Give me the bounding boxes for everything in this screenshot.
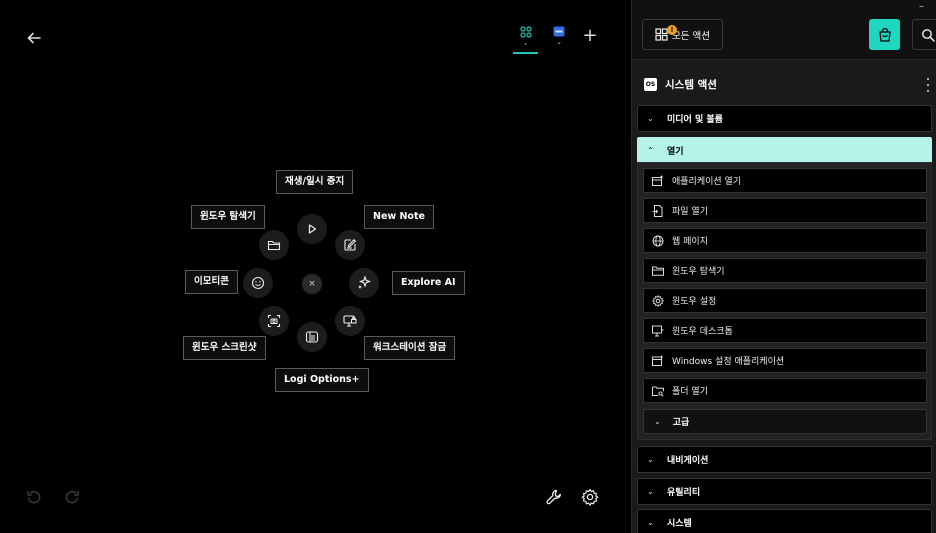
actions-panel: ! 모든 액션 – OS 시스템 액션 ⌄ 미디어 및 볼륨 ⌃ 열기 애플리케… xyxy=(631,0,936,533)
subcategory-label: 고급 xyxy=(672,418,690,428)
logi-options-button[interactable] xyxy=(297,322,327,352)
chevron-down-icon: ⌄ xyxy=(654,417,661,426)
note-edit-icon xyxy=(344,239,357,251)
list-item-label: 폴더 열기 xyxy=(672,387,708,397)
all-actions-label: 모든 액션 xyxy=(672,30,710,42)
list-item-label: 윈도우 탐색기 xyxy=(672,267,725,277)
chevron-down-icon: ⌄ xyxy=(647,455,654,464)
section-title: OS 시스템 액션 xyxy=(644,77,717,92)
file-open-icon xyxy=(652,204,664,217)
panel-header: ! 모든 액션 – xyxy=(632,0,936,60)
gear-icon xyxy=(652,294,664,307)
chevron-down-icon: ⌄ xyxy=(647,114,654,123)
section-title-text: 시스템 액션 xyxy=(665,79,717,91)
settings-gear-icon[interactable] xyxy=(580,487,600,507)
more-options-icon[interactable] xyxy=(924,78,932,92)
list-item-label: 윈도우 데스크톱 xyxy=(672,327,733,337)
category-utility[interactable]: ⌄ 유틸리티 xyxy=(637,478,932,505)
new-note-label: New Note xyxy=(364,205,434,229)
list-item-open-folder[interactable]: 폴더 열기 xyxy=(643,378,927,403)
wrench-icon[interactable] xyxy=(544,487,564,507)
folder-icon xyxy=(652,265,664,277)
list-item-open-app[interactable]: 애플리케이션 열기 xyxy=(643,168,927,193)
chevron-up-icon: ⌃ xyxy=(647,146,654,155)
smiley-icon xyxy=(251,276,265,290)
play-icon xyxy=(308,224,317,234)
app-open-icon xyxy=(652,175,664,187)
screenshot-label: 윈도우 스크린샷 xyxy=(183,336,266,360)
back-arrow-icon[interactable] xyxy=(24,28,44,48)
category-label: 유틸리티 xyxy=(667,488,701,498)
canvas: ⌄ ⌄ + × 재생/일시 중지 New Note Explore AI 워크스… xyxy=(0,0,631,533)
list-item-open-file[interactable]: 파일 열기 xyxy=(643,198,927,223)
emoji-label: 이모티콘 xyxy=(185,270,238,294)
explore-ai-button[interactable] xyxy=(349,268,379,298)
tab-actions-ring[interactable]: ⌄ xyxy=(513,26,538,54)
logi-options-label: Logi Options+ xyxy=(275,368,369,392)
chevron-down-icon: ⌄ xyxy=(556,38,562,46)
undo-icon[interactable] xyxy=(24,487,44,507)
desktop-icon xyxy=(652,325,664,337)
new-note-button[interactable] xyxy=(335,230,365,260)
grid-icon xyxy=(519,26,532,38)
close-ring-button[interactable]: × xyxy=(302,274,322,294)
list-item-label: 윈도우 설정 xyxy=(672,297,717,307)
play-pause-label: 재생/일시 중지 xyxy=(276,170,354,194)
add-button[interactable]: + xyxy=(580,27,600,47)
category-label: 시스템 xyxy=(667,519,692,529)
list-item-windows-settings-app[interactable]: Windows 설정 애플리케이션 xyxy=(643,348,927,373)
screenshot-icon xyxy=(267,314,281,328)
shopping-bag-icon xyxy=(878,27,891,42)
marketplace-button[interactable] xyxy=(869,19,900,50)
category-label: 내비게이션 xyxy=(667,456,709,466)
screenshot-button[interactable] xyxy=(259,306,289,336)
lock-workstation-label: 워크스테이션 잠금 xyxy=(364,336,456,360)
list-item-label: 웹 페이지 xyxy=(672,237,708,247)
chevron-down-icon: ⌄ xyxy=(647,518,654,527)
category-label: 열기 xyxy=(667,147,684,157)
category-system[interactable]: ⌄ 시스템 xyxy=(637,509,932,533)
windows-explorer-button[interactable] xyxy=(259,230,289,260)
play-pause-button[interactable] xyxy=(297,214,327,244)
tab-profile-selector[interactable]: ⌄ xyxy=(548,26,570,54)
category-navigation[interactable]: ⌄ 내비게이션 xyxy=(637,446,932,473)
notification-badge: ! xyxy=(667,25,677,35)
logi-options-icon xyxy=(305,331,319,343)
explore-ai-label: Explore AI xyxy=(392,271,465,295)
search-button[interactable] xyxy=(912,19,936,50)
category-open[interactable]: ⌃ 열기 xyxy=(637,137,932,164)
open-category-items: 애플리케이션 열기 파일 열기 웹 페이지 윈도우 탐색기 윈도우 설정 윈도우… xyxy=(637,162,932,440)
minimize-button[interactable]: – xyxy=(919,1,924,12)
os-icon: OS xyxy=(644,78,657,91)
sparkle-icon xyxy=(358,275,372,289)
monitor-lock-icon xyxy=(343,315,357,327)
emoji-button[interactable] xyxy=(243,268,273,298)
chevron-down-icon: ⌄ xyxy=(647,487,654,496)
list-item-label: Windows 설정 애플리케이션 xyxy=(672,357,785,367)
chevron-down-icon: ⌄ xyxy=(522,39,529,47)
category-media[interactable]: ⌄ 미디어 및 볼륨 xyxy=(637,105,932,132)
list-item-label: 파일 열기 xyxy=(672,207,708,217)
list-item-windows-settings[interactable]: 윈도우 설정 xyxy=(643,288,927,313)
redo-icon[interactable] xyxy=(62,487,82,507)
profile-app-icon xyxy=(553,26,565,37)
folder-icon xyxy=(267,240,281,251)
category-label: 미디어 및 볼륨 xyxy=(667,115,723,125)
windows-explorer-label: 윈도우 탐색기 xyxy=(191,205,265,229)
settings-app-icon xyxy=(652,355,664,367)
search-icon xyxy=(921,28,935,42)
list-item-label: 애플리케이션 열기 xyxy=(672,177,742,187)
folder-search-icon xyxy=(652,385,664,397)
globe-icon xyxy=(652,235,664,247)
all-actions-button[interactable]: ! 모든 액션 xyxy=(642,19,723,50)
subcategory-advanced[interactable]: ⌄ 고급 xyxy=(643,409,927,434)
list-item-windows-explorer[interactable]: 윈도우 탐색기 xyxy=(643,258,927,283)
list-item-windows-desktop[interactable]: 윈도우 데스크톱 xyxy=(643,318,927,343)
list-item-web-page[interactable]: 웹 페이지 xyxy=(643,228,927,253)
lock-workstation-button[interactable] xyxy=(335,306,365,336)
